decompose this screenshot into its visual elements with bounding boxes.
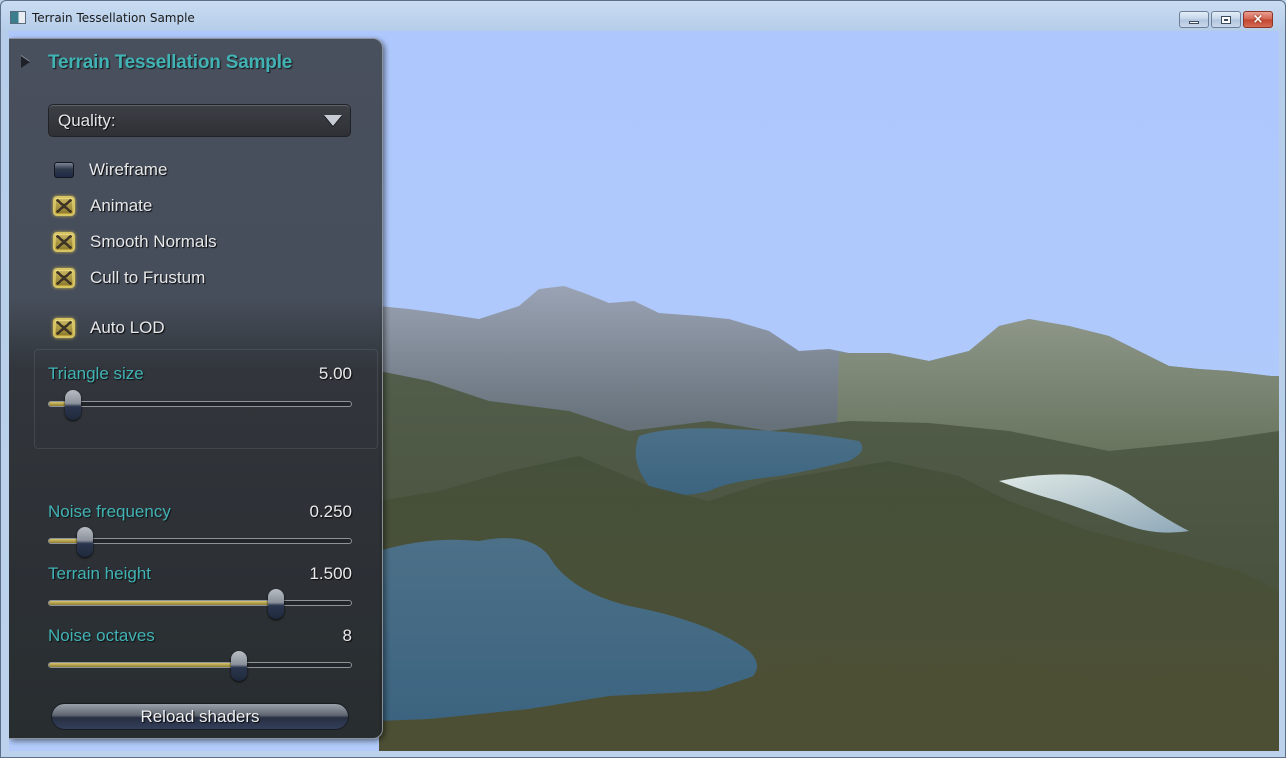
chevron-down-icon (324, 115, 342, 126)
animate-checkbox[interactable] (53, 196, 75, 216)
render-viewport[interactable]: Terrain Tessellation Sample Quality: Wir… (9, 31, 1279, 751)
maximize-button[interactable] (1211, 11, 1241, 28)
auto-lod-label: Auto LOD (90, 318, 165, 337)
panel-title: Terrain Tessellation Sample (48, 52, 293, 73)
quality-dropdown[interactable]: Quality: (48, 104, 351, 137)
slider-thumb[interactable] (65, 390, 82, 420)
noise-frequency-label: Noise frequency (48, 502, 171, 521)
slider-fill (49, 663, 240, 667)
auto-lod-checkbox-row[interactable]: Auto LOD (53, 316, 165, 340)
triangle-size-value: 5.00 (318, 364, 352, 383)
auto-lod-checkbox[interactable] (53, 318, 75, 338)
smooth-normals-label: Smooth Normals (90, 232, 217, 251)
smooth-normals-checkbox[interactable] (53, 232, 75, 252)
control-panel: Terrain Tessellation Sample Quality: Wir… (9, 38, 383, 739)
application-window: Terrain Tessellation Sample × Terrain Te… (0, 0, 1286, 758)
title-bar[interactable]: Terrain Tessellation Sample × (1, 1, 1285, 31)
wireframe-label: Wireframe (89, 160, 168, 179)
slider-thumb[interactable] (267, 589, 284, 619)
noise-octaves-label: Noise octaves (48, 626, 155, 645)
window-controls: × (1179, 11, 1273, 28)
terrain-height-slider[interactable] (48, 589, 352, 619)
checked-icon (56, 199, 72, 213)
slider-thumb[interactable] (77, 527, 94, 557)
checked-icon (56, 235, 72, 249)
smooth-normals-checkbox-row[interactable]: Smooth Normals (53, 230, 217, 254)
close-button[interactable]: × (1243, 11, 1273, 28)
minimize-icon (1189, 20, 1199, 24)
cull-to-frustum-checkbox[interactable] (53, 268, 75, 288)
cull-to-frustum-checkbox-row[interactable]: Cull to Frustum (53, 266, 205, 290)
triangle-size-label: Triangle size (48, 364, 144, 383)
slider-thumb[interactable] (231, 651, 248, 681)
triangle-size-slider[interactable] (48, 390, 352, 420)
cull-to-frustum-label: Cull to Frustum (90, 268, 206, 287)
close-icon: × (1252, 12, 1264, 27)
noise-frequency-value: 0.250 (309, 502, 352, 521)
wireframe-checkbox[interactable] (54, 162, 74, 178)
reload-shaders-button[interactable]: Reload shaders (51, 703, 349, 730)
noise-frequency-slider[interactable] (48, 527, 352, 557)
wireframe-checkbox-row[interactable]: Wireframe (53, 158, 167, 182)
app-icon (10, 11, 26, 24)
slider-fill (49, 601, 276, 605)
terrain-height-value: 1.500 (309, 564, 352, 583)
quality-dropdown-value: Quality: (58, 111, 116, 130)
noise-octaves-value: 8 (342, 626, 352, 645)
maximize-icon (1221, 15, 1231, 24)
checked-icon (56, 271, 72, 285)
noise-octaves-slider[interactable] (48, 651, 352, 681)
collapse-panel-icon[interactable] (21, 56, 30, 68)
animate-label: Animate (90, 196, 153, 215)
window-title: Terrain Tessellation Sample (32, 11, 195, 25)
animate-checkbox-row[interactable]: Animate (53, 194, 152, 218)
checked-icon (56, 321, 72, 335)
minimize-button[interactable] (1179, 11, 1209, 28)
terrain-height-label: Terrain height (48, 564, 152, 583)
